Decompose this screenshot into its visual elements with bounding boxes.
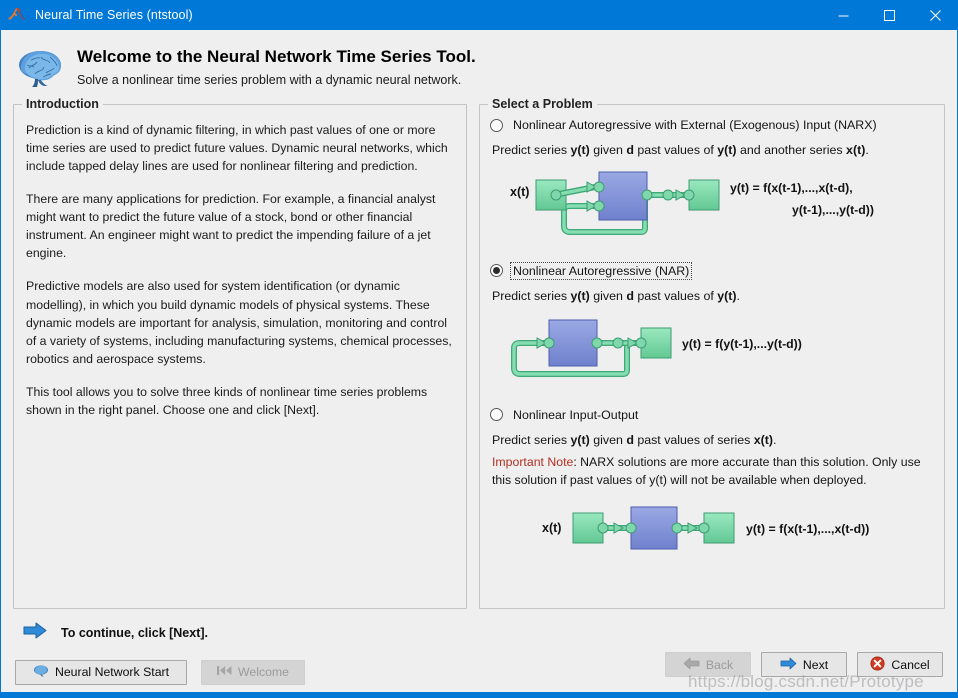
- desc-text: given: [589, 432, 627, 447]
- desc-var: y(t): [570, 288, 590, 303]
- left-arrow-icon: [683, 657, 700, 673]
- introduction-panel: Introduction Prediction is a kind of dyn…: [13, 97, 467, 609]
- intro-paragraph: This tool allows you to solve three kind…: [26, 384, 428, 417]
- next-label: Next: [802, 657, 829, 672]
- desc-text: Predict series: [492, 288, 571, 303]
- desc-text: Predict series: [492, 432, 571, 447]
- desc-var: d: [626, 288, 634, 303]
- diagram-input-label-nio: x(t): [542, 521, 561, 535]
- diagram-input-label-narx: x(t): [510, 185, 529, 199]
- desc-var: d: [626, 432, 634, 447]
- button-bar: Neural Network Start Welcome Back Next C…: [1, 650, 957, 692]
- important-note-label: Important Note: [492, 454, 574, 469]
- welcome-label: Welcome: [237, 665, 290, 679]
- diagram-narx: x(t) y(t) = f(x(t-1),...,x(t-d), y(t-1),…: [490, 166, 934, 249]
- desc-text: given: [589, 288, 627, 303]
- desc-var: x(t): [753, 432, 774, 447]
- desc-text: past values of series: [633, 432, 754, 447]
- right-arrow-icon: [780, 657, 797, 673]
- introduction-panel-title: Introduction: [22, 97, 103, 111]
- radio-option-nio[interactable]: Nonlinear Input-Output: [490, 407, 934, 423]
- desc-var: y(t): [570, 143, 590, 157]
- desc-var: y(t): [717, 143, 737, 157]
- back-button[interactable]: Back: [665, 652, 751, 677]
- diagram-equation-narx-line2: y(t-1),...,y(t-d)): [792, 203, 874, 217]
- rewind-icon: [216, 665, 232, 679]
- desc-text: .: [773, 432, 777, 447]
- diagram-equation-narx-line1: y(t) = f(x(t-1),...,x(t-d),: [730, 181, 853, 195]
- maximize-button[interactable]: [866, 0, 912, 30]
- desc-text: past values of: [633, 288, 718, 303]
- problem-options: Nonlinear Autoregressive with External (…: [480, 105, 944, 557]
- welcome-button[interactable]: Welcome: [201, 659, 305, 685]
- desc-text: past values of: [633, 143, 718, 157]
- page-title: Welcome to the Neural Network Time Serie…: [77, 47, 476, 66]
- cancel-button[interactable]: Cancel: [857, 652, 943, 677]
- important-note-nio: Important Note: NARX solutions are more …: [492, 454, 934, 490]
- minimize-button[interactable]: [820, 0, 866, 30]
- neural-network-start-button[interactable]: Neural Network Start: [15, 659, 187, 685]
- description-nar: Predict series y(t) given d past values …: [492, 288, 934, 306]
- desc-text: .: [736, 288, 740, 303]
- radio-label-nio[interactable]: Nonlinear Input-Output: [511, 407, 640, 423]
- window-controls: [820, 0, 958, 30]
- cancel-label: Cancel: [891, 657, 930, 672]
- radio-label-narx[interactable]: Nonlinear Autoregressive with External (…: [511, 117, 879, 133]
- radio-button-nio[interactable]: [490, 408, 503, 422]
- select-problem-panel: Select a Problem Nonlinear Autoregressiv…: [479, 97, 945, 609]
- nav-buttons: Back Next Cancel: [665, 652, 943, 677]
- matlab-membrane-icon: [7, 5, 27, 25]
- description-narx: Predict series y(t) given d past values …: [492, 142, 934, 160]
- next-button[interactable]: Next: [761, 652, 847, 677]
- diagram-equation-nio-line1: y(t) = f(x(t-1),...,x(t-d)): [746, 522, 869, 536]
- status-bar: [1, 692, 957, 697]
- intro-paragraph: There are many applications for predicti…: [26, 192, 436, 261]
- desc-text: given: [589, 143, 627, 157]
- back-label: Back: [705, 657, 734, 672]
- desc-text: .: [865, 143, 869, 157]
- select-problem-panel-title: Select a Problem: [488, 97, 597, 111]
- continue-text: To continue, click [Next].: [61, 626, 209, 640]
- window-title: Neural Time Series (ntstool): [35, 8, 193, 22]
- blue-right-arrow-icon: [23, 622, 47, 644]
- radio-option-nar[interactable]: Nonlinear Autoregressive (NAR): [490, 261, 934, 280]
- radio-button-narx[interactable]: [490, 118, 503, 132]
- close-button[interactable]: [912, 0, 958, 30]
- page-header: Welcome to the Neural Network Time Serie…: [1, 30, 957, 104]
- neural-network-start-label: Neural Network Start: [54, 665, 170, 679]
- brain-icon: [15, 46, 67, 90]
- window-body: Welcome to the Neural Network Time Serie…: [0, 30, 958, 698]
- cancel-icon: [870, 655, 885, 674]
- continue-hint: To continue, click [Next].: [1, 612, 957, 650]
- radio-option-narx[interactable]: Nonlinear Autoregressive with External (…: [490, 117, 934, 133]
- brain-icon: [33, 664, 49, 680]
- desc-text: Predict series: [492, 143, 571, 157]
- desc-var: d: [626, 143, 634, 157]
- desc-var: x(t): [846, 143, 866, 157]
- window-titlebar[interactable]: Neural Time Series (ntstool): [0, 0, 958, 30]
- diagram-nar: y(t) = f(y(t-1),...y(t-d)): [490, 312, 934, 393]
- diagram-equation-nar-line1: y(t) = f(y(t-1),...y(t-d)): [682, 337, 802, 351]
- desc-var: y(t): [717, 288, 737, 303]
- introduction-text: Prediction is a kind of dynamic filterin…: [14, 105, 466, 419]
- radio-label-nar[interactable]: Nonlinear Autoregressive (NAR): [509, 261, 693, 280]
- radio-button-nar[interactable]: [490, 264, 503, 278]
- panels-container: Introduction Prediction is a kind of dyn…: [1, 97, 957, 609]
- page-subtitle: Solve a nonlinear time series problem wi…: [77, 73, 462, 88]
- intro-paragraph: Prediction is a kind of dynamic filterin…: [26, 123, 448, 174]
- desc-text: and another series: [736, 143, 847, 157]
- footer: To continue, click [Next]. Neural Networ…: [1, 612, 957, 697]
- description-nio: Predict series y(t) given d past values …: [492, 432, 934, 450]
- intro-paragraph: Predictive models are also used for syst…: [26, 279, 452, 366]
- desc-var: y(t): [570, 432, 590, 447]
- diagram-nio: x(t) y(t) = f(x(t-1),...,x(t-d)): [490, 502, 934, 557]
